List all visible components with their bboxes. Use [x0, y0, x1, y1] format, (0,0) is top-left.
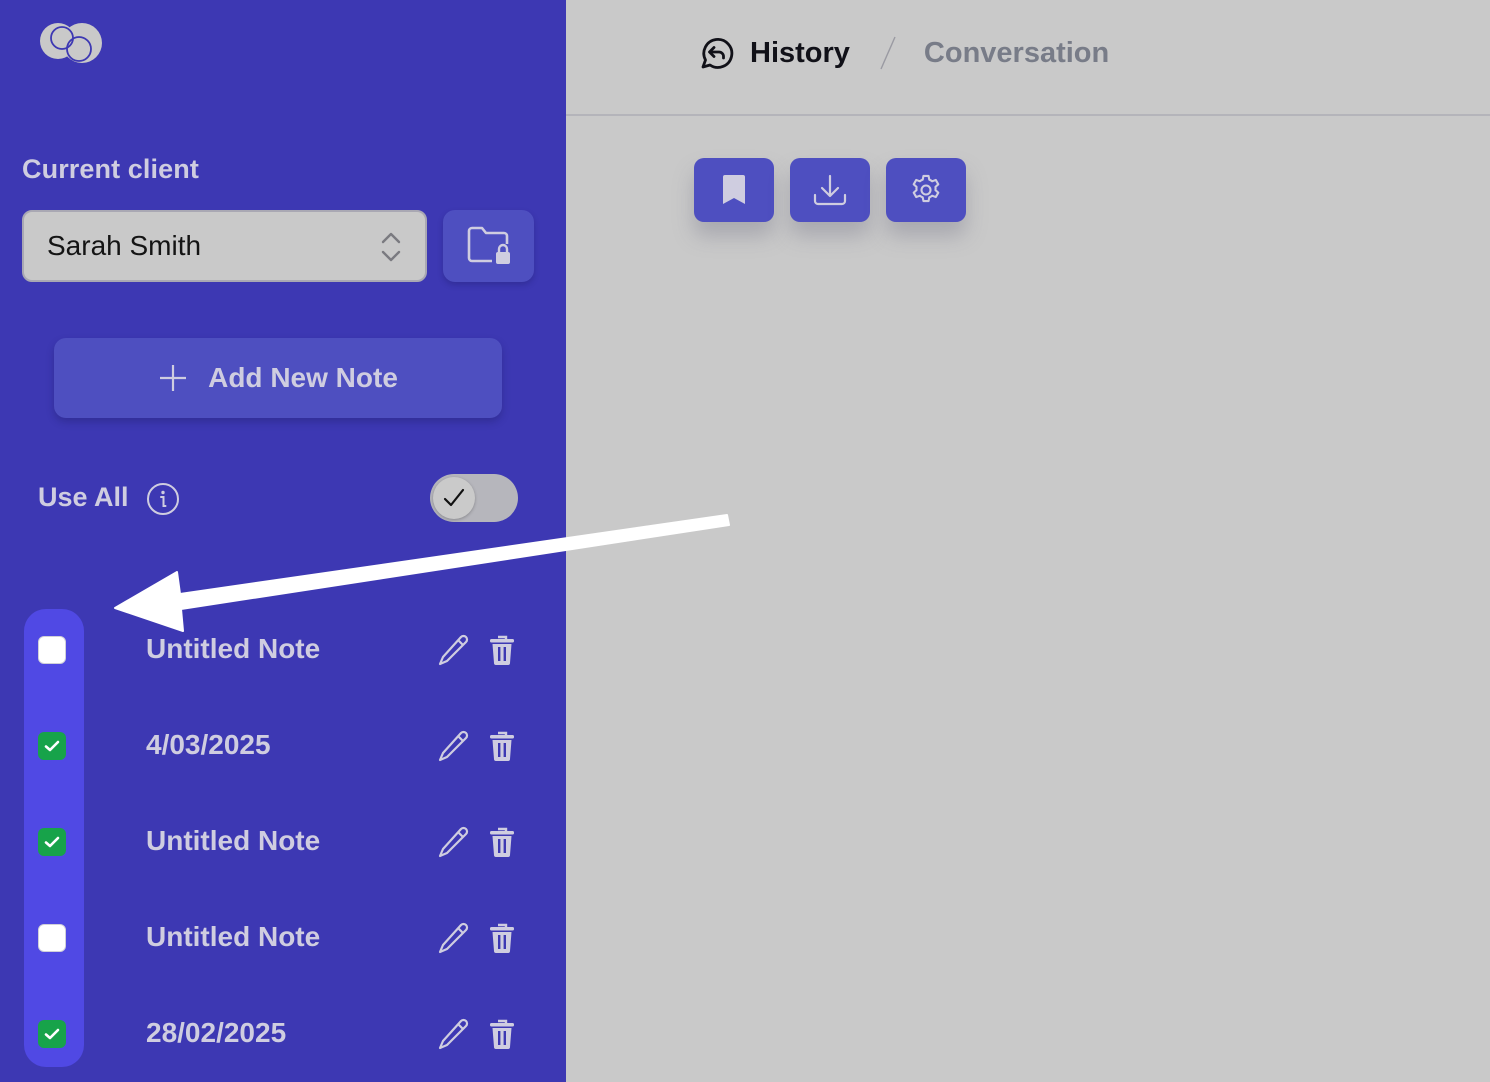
note-checkbox[interactable]: [38, 924, 66, 952]
trash-icon[interactable]: [488, 1018, 516, 1050]
toggle-knob: [433, 477, 475, 519]
current-client-label: Current client: [22, 154, 199, 184]
trash-icon[interactable]: [488, 634, 516, 666]
sidebar: Current client Sarah Smith Add New Note …: [0, 0, 566, 1082]
pencil-icon[interactable]: [437, 729, 471, 763]
use-all-label: Use All: [38, 482, 129, 512]
download-icon: [813, 174, 847, 206]
pencil-icon[interactable]: [437, 921, 471, 955]
note-title[interactable]: 28/02/2025: [146, 1017, 286, 1049]
info-icon[interactable]: [146, 482, 180, 516]
add-new-note-button[interactable]: Add New Note: [54, 338, 502, 418]
note-checkbox[interactable]: [38, 732, 66, 760]
check-icon: [44, 1028, 60, 1040]
note-list-item: Untitled Note: [0, 908, 566, 968]
trash-icon[interactable]: [488, 922, 516, 954]
add-new-note-label: Add New Note: [208, 362, 398, 393]
pencil-icon[interactable]: [437, 1017, 471, 1051]
note-title[interactable]: Untitled Note: [146, 921, 320, 953]
client-select[interactable]: Sarah Smith: [22, 210, 427, 282]
trash-icon[interactable]: [488, 826, 516, 858]
settings-button[interactable]: [886, 158, 966, 222]
check-icon: [44, 836, 60, 848]
breadcrumb-history[interactable]: History: [750, 37, 850, 70]
check-icon: [443, 488, 465, 507]
pencil-icon[interactable]: [437, 825, 471, 859]
bookmark-icon: [723, 175, 745, 204]
note-title[interactable]: Untitled Note: [146, 633, 320, 665]
note-checkbox[interactable]: [38, 828, 66, 856]
logo-icon: [40, 23, 102, 63]
note-list-item: Untitled Note: [0, 812, 566, 872]
note-title[interactable]: Untitled Note: [146, 825, 320, 857]
bookmark-button[interactable]: [694, 158, 774, 222]
download-button[interactable]: [790, 158, 870, 222]
top-bar: History Conversation: [566, 0, 1490, 116]
folder-lock-button[interactable]: [443, 210, 534, 282]
note-list-item: 28/02/2025: [0, 1004, 566, 1064]
use-all-toggle[interactable]: [430, 474, 518, 522]
note-list-item: 4/03/2025: [0, 716, 566, 776]
note-checkbox[interactable]: [38, 1020, 66, 1048]
gear-icon: [912, 174, 940, 203]
note-title[interactable]: 4/03/2025: [146, 729, 271, 761]
trash-icon[interactable]: [488, 730, 516, 762]
note-list-item: Untitled Note: [0, 620, 566, 680]
folder-lock-icon: [467, 226, 510, 264]
chat-history-icon: [701, 38, 734, 69]
breadcrumb-conversation[interactable]: Conversation: [924, 37, 1109, 70]
note-checkbox[interactable]: [38, 636, 66, 664]
plus-icon: [160, 365, 187, 391]
toolbar: [694, 158, 966, 222]
pencil-icon[interactable]: [437, 633, 471, 667]
chevron-up-down-icon: [381, 232, 401, 262]
breadcrumb-separator: [880, 36, 896, 70]
breadcrumb: History Conversation: [696, 34, 1109, 72]
client-select-value: Sarah Smith: [47, 230, 202, 261]
check-icon: [44, 740, 60, 752]
